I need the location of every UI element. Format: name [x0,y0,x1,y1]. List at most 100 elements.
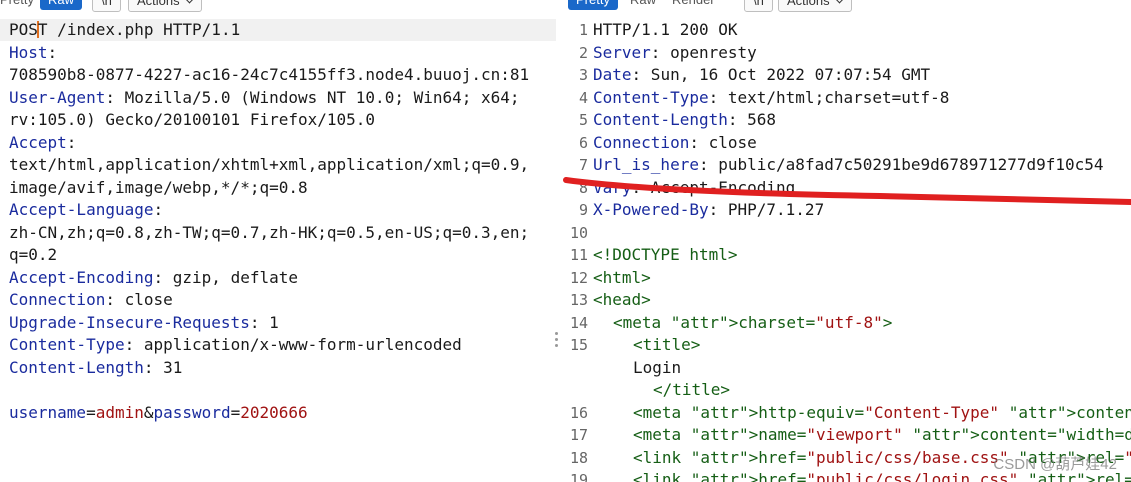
request-method-end: T [37,20,48,39]
pane-resize-handle[interactable] [555,332,559,352]
html-code: <meta "attr">charset="utf-8"> [613,312,893,332]
response-header-line: Vary: Accept-Encoding [593,177,796,197]
header-key: Content-Type [593,87,709,107]
response-actions-label: Actions [787,0,830,8]
header-key: Host [9,42,48,62]
response-tab-render[interactable]: Render [664,0,723,10]
header-separator: : [47,42,58,62]
watermark: CSDN @葫芦娃42 [993,456,1117,473]
line-number: 15 [569,336,588,354]
line-number [566,357,588,379]
header-line: Upgrade-Insecure-Requests: 1 [9,312,279,334]
response-tab-newline[interactable]: \n [744,0,773,12]
header-line: Accept-Encoding: gzip, deflate [9,267,298,289]
request-path: /index.php HTTP/1.1 [47,20,241,39]
header-value: text/html;charset=utf-8 [718,87,950,107]
plain-text: Login [633,357,682,377]
param-equals: = [230,402,241,422]
request-tab-raw[interactable]: Raw [40,0,83,10]
header-key: Connection [593,132,690,152]
header-value: PHP/7.1.27 [718,200,825,219]
header-separator: : [124,335,135,354]
html-source-line: </title> [653,379,730,401]
html-code: <!DOCTYPE html> [593,245,738,264]
header-value: Sun, 16 Oct 2022 07:07:54 GMT [641,65,931,84]
header-line: Connection: close [9,289,173,311]
header-key: User-Agent [9,87,106,107]
request-panel: Pretty Raw \n Actions POST /index.php HT… [0,0,556,482]
line-number: 10 [569,223,588,242]
line-number: 4 [578,88,588,107]
response-panel: Pretty Raw Render \n Actions 1 HTTP/1.1 2… [566,0,1131,482]
line-number: 17 [569,426,588,444]
line-number [566,379,588,401]
header-key: Content-Type [9,335,125,354]
header-value: close [698,132,757,152]
header-key: Accept-Language [9,200,154,219]
line-number: 7 [578,156,588,174]
html-source-line: <meta "attr">charset="utf-8"> [613,312,892,334]
header-value: text/html,application/xhtml+xml,applicat… [9,155,530,174]
param-value: 2020666 [240,402,308,422]
header-value: 708590b8-0877-4227-ac16-24c7c4155ff3.nod… [9,65,530,84]
line-number: 11 [569,246,588,264]
header-value: gzip, deflate [163,267,298,287]
header-value: rv:105.0) Gecko/20100101 Firefox/105.0 [9,110,376,129]
line-number: 8 [578,178,588,197]
html-code: </title> [653,380,731,399]
header-value: 568 [737,110,777,129]
request-actions-button[interactable]: Actions [128,0,202,12]
header-separator: : [105,290,115,309]
response-header-line: X-Powered-By: PHP/7.1.27 [593,200,825,219]
header-key: Content-Length [593,110,728,129]
header-line: Accept: [9,132,76,154]
html-code: <head> [593,290,651,309]
header-value: public/a8fad7c50291be9d678971277d9f10c54 [708,155,1104,174]
response-tab-raw[interactable]: Raw [622,0,664,10]
param-value: admin [95,402,144,422]
request-tab-pretty[interactable]: Pretty [0,0,42,10]
html-source-line: <html> [593,267,651,289]
line-number: 18 [569,448,588,467]
html-source-line: <meta "attr">http-equiv="Content-Type" "… [633,402,1131,424]
line-number: 13 [569,291,588,309]
header-line: Accept-Language: [9,199,163,221]
chevron-down-icon [834,0,845,4]
header-value: Accept-Encoding [641,177,796,197]
header-key: Content-Length [9,357,144,377]
response-text-line: HTTP/1.1 200 OK [593,19,738,41]
header-value: Mozilla/5.0 (Windows NT 10.0; Win64; x64… [114,87,520,107]
request-method: POS [9,20,38,39]
header-separator: : [105,87,115,107]
html-source-line: <meta "attr">name="viewport" "attr">cont… [633,424,1131,446]
line-number: 14 [569,313,588,332]
response-header-line: Date: Sun, 16 Oct 2022 07:07:54 GMT [593,65,931,84]
chevron-down-icon [184,0,195,4]
request-body: username=admin&password=2020666 [9,402,308,424]
param-name: password [153,402,231,422]
html-code: <title> [633,335,701,354]
header-separator: : [66,132,77,152]
html-source-line: <head> [593,289,651,311]
response-header-line: Connection: close [593,132,757,152]
response-header-line: Server: openresty [593,42,757,62]
header-separator: : [153,200,164,219]
request-line: POST /index.php HTTP/1.1 [9,19,240,41]
line-number: 16 [569,403,588,422]
line-number: 2 [578,43,588,62]
header-line: Host: [9,42,57,64]
request-actions-label: Actions [137,0,180,8]
line-number: 12 [569,268,588,287]
header-continuation: 708590b8-0877-4227-ac16-24c7c4155ff3.nod… [9,64,529,86]
response-actions-button[interactable]: Actions [778,0,852,12]
header-continuation: image/avif,image/webp,*/*;q=0.8 [9,177,308,199]
response-text-line: Login [633,357,681,379]
request-tab-newline[interactable]: \n [92,0,121,12]
response-tab-pretty[interactable]: Pretty [568,0,618,10]
response-header-line: Content-Length: 568 [593,110,777,129]
header-key: X-Powered-By [593,200,709,219]
header-key: Date [593,65,632,84]
header-separator: : [143,357,154,377]
html-code: <meta "attr">name="viewport" "attr">cont… [633,425,1131,444]
header-value: close [114,290,173,309]
